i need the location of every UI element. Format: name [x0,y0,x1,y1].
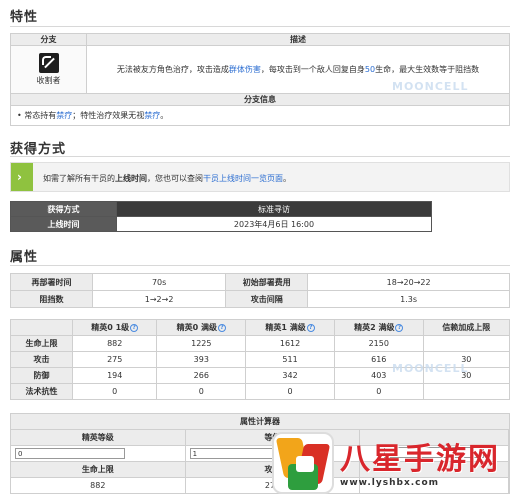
release-time-value: 2023年4月6日 16:00 [116,216,432,232]
notice-text-part: 。 [283,174,291,183]
branch-info: • 常态持有禁疗；特性治疗效果无视禁疗。 [10,105,510,126]
cost-value: 18→20→22 [307,273,510,291]
block-label: 阻挡数 [10,290,93,308]
interval-label: 攻击间隔 [225,290,309,308]
table-row: 生命上限 882 1225 1612 2150 [10,335,511,352]
section-title-attributes: 属性 [10,250,39,265]
table-cell [422,383,511,400]
column-header: 精英0 1级? [71,319,158,336]
logo-mark-icon [272,432,334,494]
acquire-method-label: 获得方式 [10,201,117,217]
info-text: ；特性治疗效果无视 [72,111,145,120]
notice-bold: 上线时间 [115,174,147,183]
acquire-table: 获得方式 标准寻访 上线时间 2023年4月6日 16:00 [10,201,432,232]
question-circle-icon[interactable]: ? [306,323,315,332]
section-title-acquire: 获得方式 [10,142,67,157]
block-value: 1→2→2 [91,290,227,308]
elite-level-label: 精英等级 [10,429,186,446]
table-cell: 0 [71,383,158,400]
divider [10,265,510,266]
level-attributes-table: 精英0 1级? 精英0 满级? 精英1 满级? 精英2 满级? 信赖加成上限 生… [10,319,511,400]
branch-cell[interactable]: 收割者 [10,45,87,94]
table-row: 法术抗性 0 0 0 0 [10,383,511,400]
notice-text-part: ，您也可以查阅 [147,174,203,183]
table-cell: 1225 [156,335,247,352]
release-time-label: 上线时间 [10,216,117,232]
column-header: 精英2 满级? [333,319,424,336]
column-header: 精英1 满级? [245,319,335,336]
hp-value: 882 [10,477,186,494]
watermark-text: MOONCELL [392,80,469,93]
branch-name: 收割者 [36,76,61,85]
acquire-method-value: 标准寻访 [116,201,432,217]
header-description: 描述 [86,33,510,46]
watermark-text: MOONCELL [392,362,469,375]
table-cell [422,335,511,352]
column-header-empty [10,319,73,336]
row-label: 防御 [10,367,73,384]
column-header: 精英0 满级? [156,319,247,336]
site-url: www.lyshbx.com [340,478,440,488]
table-cell: 882 [71,335,158,352]
notice-banner: › 如需了解所有干员的上线时间，您也可以查阅干员上线时间一览页面。 [10,162,510,192]
column-label: 精英1 满级 [265,323,306,332]
chevron-right-icon: › [17,170,22,184]
heal-value: 50 [364,64,376,74]
branch-info-header: 分支信息 [10,93,510,106]
table-cell: 393 [156,351,247,368]
info-text: 。 [160,111,169,120]
table-cell: 2150 [333,335,424,352]
redeploy-value: 70s [91,273,227,291]
elite-level-input[interactable]: 0 [15,448,125,459]
basic-attributes-table: 再部署时间 70s 初始部署费用 18→20→22 阻挡数 1→2→2 攻击间隔… [10,273,510,308]
table-cell: 342 [245,367,335,384]
no-heal-link-2[interactable]: 禁疗 [144,111,160,120]
header-branch: 分支 [10,33,87,46]
table-cell: 1612 [245,335,335,352]
hp-label: 生命上限 [10,461,186,478]
desc-text: 生命，最大生效数等于阻挡数 [375,64,480,74]
table-cell: 194 [71,367,158,384]
row-label: 攻击 [10,351,73,368]
table-cell: 0 [156,383,247,400]
cost-label: 初始部署费用 [225,273,309,291]
notice-text-part: 如需了解所有干员的 [43,174,115,183]
column-label: 精英0 满级 [176,323,217,332]
section-title-traits: 特性 [10,10,39,25]
info-text: 常态持有 [24,111,57,120]
column-label: 精英0 1级 [91,323,130,332]
site-name: 八星手游网 [340,442,500,477]
site-logo: 八星手游网 www.lyshbx.com [268,430,516,500]
interval-value: 1.3s [307,290,510,308]
row-label: 生命上限 [10,335,73,352]
divider [10,156,510,157]
no-heal-link[interactable]: 禁疗 [56,111,72,120]
divider [10,26,510,27]
desc-text: 无法被友方角色治疗，攻击造成 [116,64,229,74]
column-label: 精英2 满级 [354,323,395,332]
table-cell: 266 [156,367,247,384]
question-circle-icon[interactable]: ? [217,323,226,332]
question-circle-icon[interactable]: ? [395,323,404,332]
desc-text: ，每攻击到一个敌人回复自身 [260,64,365,74]
reaper-icon [38,53,59,73]
table-cell: 0 [245,383,335,400]
bullet: • [17,111,22,120]
redeploy-label: 再部署时间 [10,273,93,291]
question-circle-icon[interactable]: ? [130,323,139,332]
release-time-link[interactable]: 干员上线时间一览页面 [203,174,283,183]
table-cell: 511 [245,351,335,368]
calculator-title: 属性计算器 [10,413,510,430]
elite-level-cell: 0 [10,445,186,462]
table-cell: 275 [71,351,158,368]
aoe-damage-link[interactable]: 群体伤害 [229,65,261,74]
row-label: 法术抗性 [10,383,73,400]
column-header: 信赖加成上限 [422,319,511,336]
notice-bar: › [11,163,33,191]
notice-text: 如需了解所有干员的上线时间，您也可以查阅干员上线时间一览页面。 [43,173,291,184]
table-cell: 0 [333,383,424,400]
